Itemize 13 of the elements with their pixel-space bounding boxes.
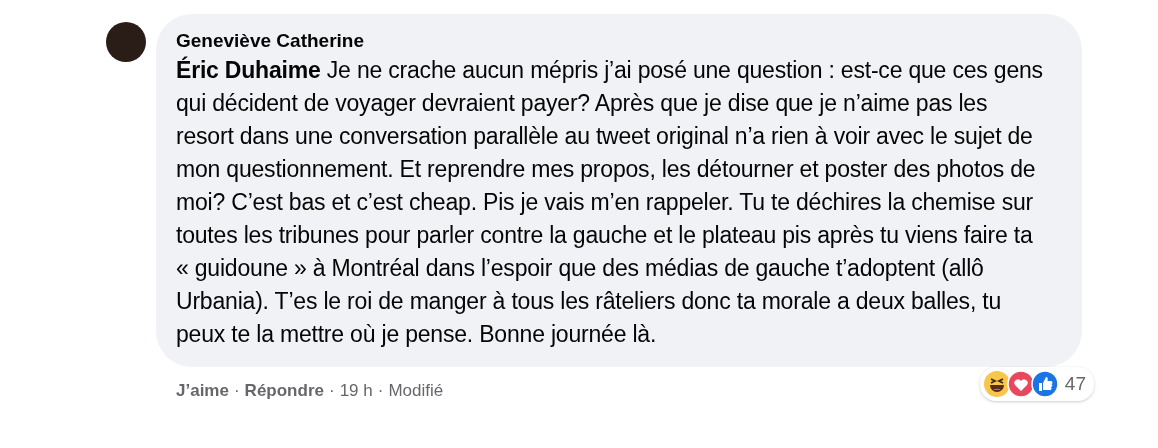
separator-dot: ·: [233, 381, 240, 401]
comment-meta-text: Modifié: [388, 381, 444, 401]
laughing-emoji-icon: [982, 370, 1011, 398]
separator-dot: ·: [328, 381, 335, 401]
comment-author[interactable]: Geneviève Catherine: [176, 28, 1048, 54]
thumbs-up-icon: [1030, 370, 1059, 398]
avatar[interactable]: [106, 22, 146, 62]
comment-action-link[interactable]: Répondre: [244, 381, 324, 401]
reactions-summary[interactable]: 47: [979, 367, 1094, 401]
comment-action-link[interactable]: J’aime: [176, 381, 229, 401]
comment-text: Éric Duhaime Je ne crache aucun mépris j’ai posé une question : est-ce que ces gens qui décident de voyager devraient payer? Après que je dise que je n’aime pas les resort dans une conversation parallèle au tweet original n’a rien à voir avec le sujet de mon questionnement. Et reprendre mes propos, les détourner et poster des photos de moi? C’est bas et c’est cheap. Pis je vais m’en rappeler. Tu te déchires la chemise sur toutes les tribunes pour parler contre la gauche et le plateau pis après tu viens faire ta « guidoune » à Montréal dans l’espoir que des médias de gauche t’adoptent (allô Urbania). T’es le roi de manger à tous les râteliers donc ta morale a deux balles, tu peux te la mettre où je pense. Bonne journée là.: [176, 55, 1044, 349]
comment-meta-text: 19 h: [339, 381, 373, 401]
separator-dot: ·: [377, 381, 384, 401]
